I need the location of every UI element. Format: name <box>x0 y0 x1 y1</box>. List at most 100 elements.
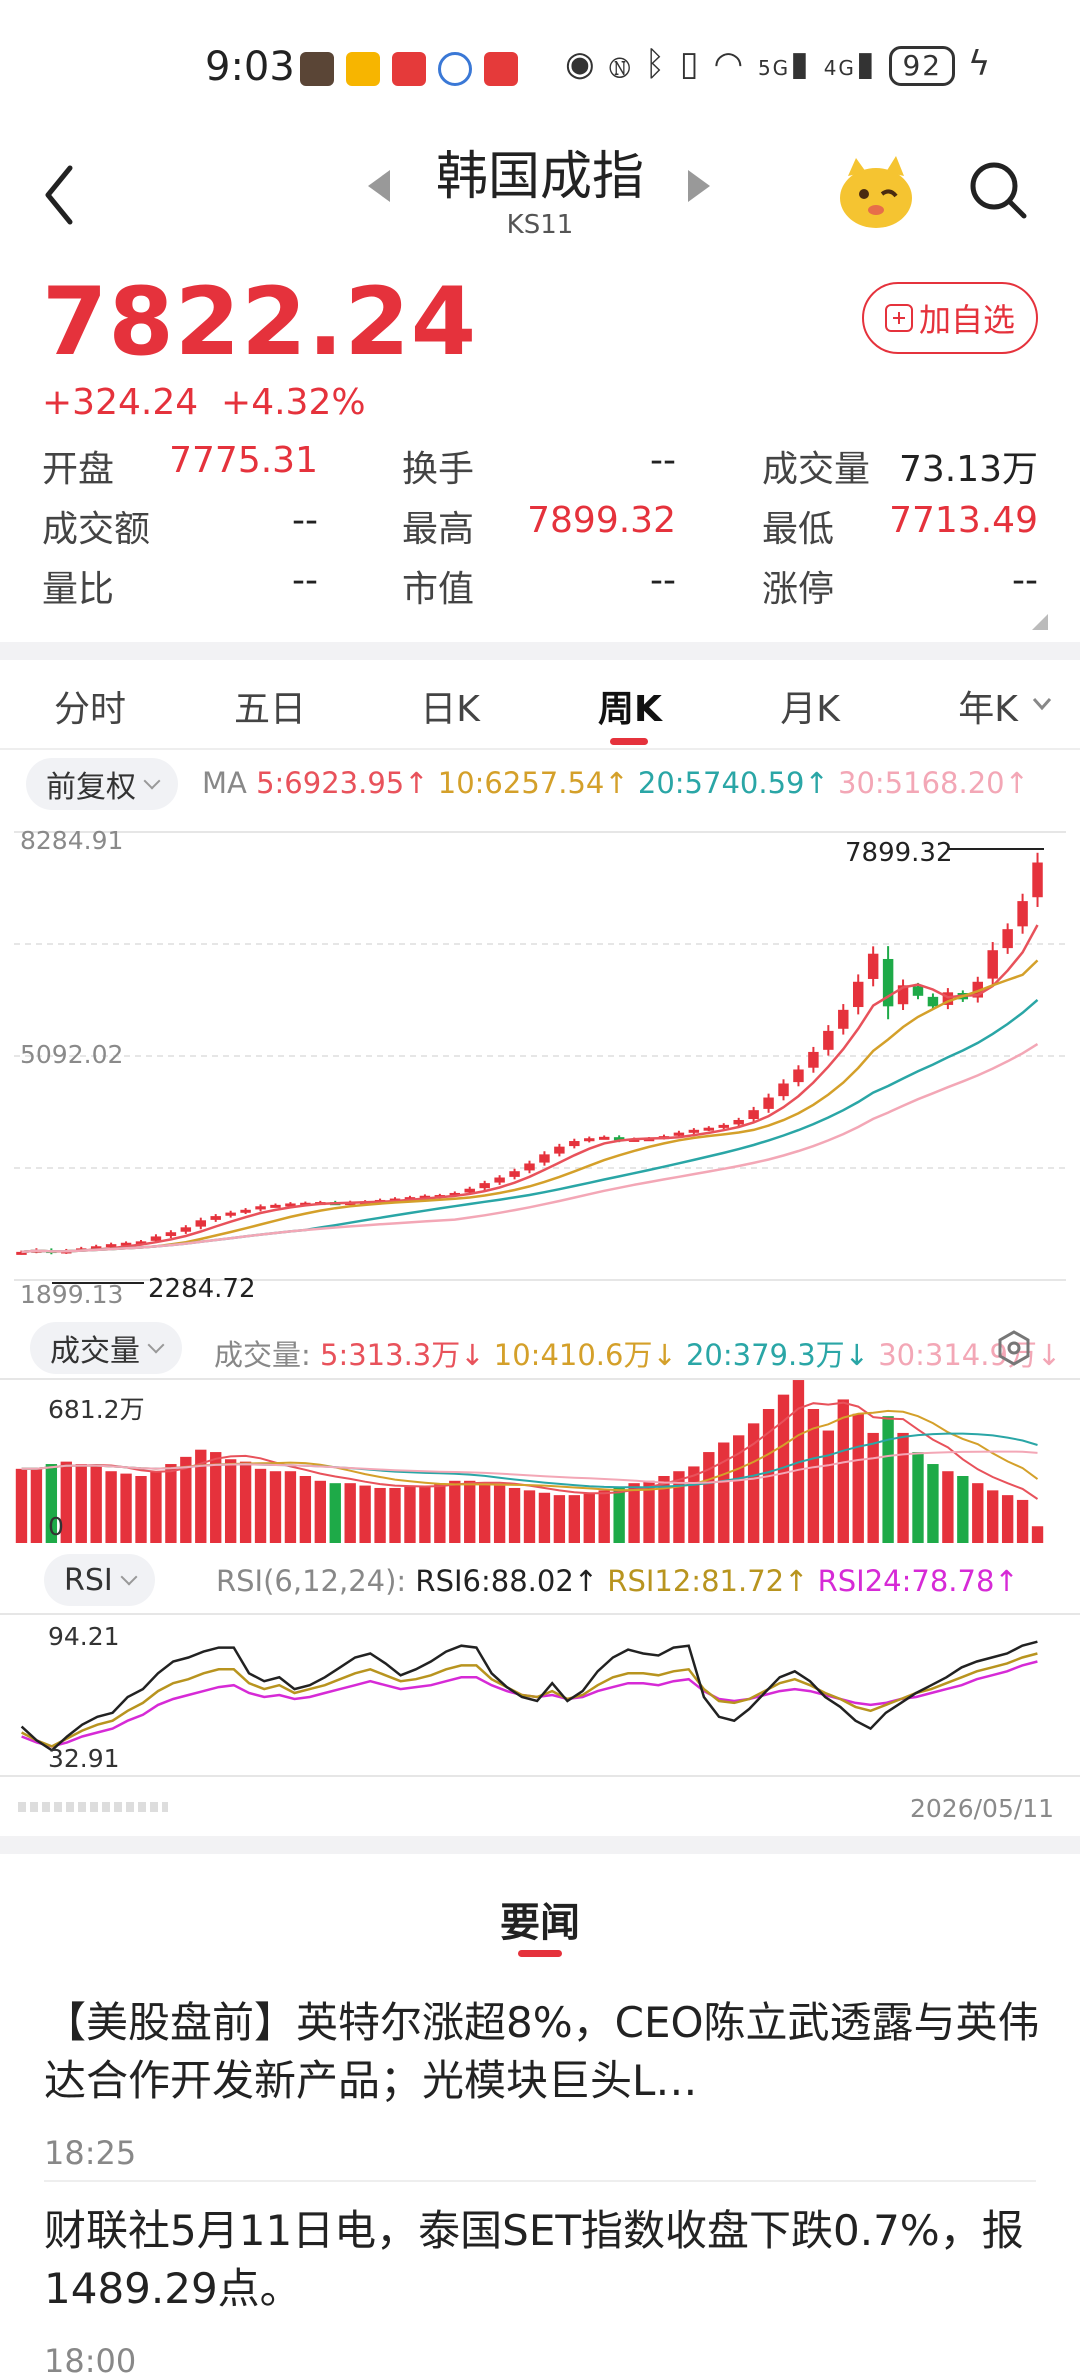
stat-value: 7899.32 <box>527 500 676 541</box>
candle-body <box>569 1141 580 1147</box>
tab-1[interactable]: 五日 <box>200 680 340 732</box>
candle-body <box>150 1236 162 1241</box>
candle-body <box>240 1209 251 1213</box>
volume-bar <box>987 1490 999 1543</box>
mascot-icon[interactable] <box>836 152 916 232</box>
news-tab-indicator <box>518 1950 562 1957</box>
max-marker-line <box>948 848 1044 850</box>
volume-bar <box>688 1466 700 1543</box>
index-code: KS11 <box>506 210 574 240</box>
volume-bar <box>852 1413 864 1543</box>
tab-0[interactable]: 分时 <box>20 680 160 732</box>
volume-bar <box>897 1432 909 1543</box>
news-item-time: 18:25 <box>44 2134 137 2172</box>
add-watchlist-button[interactable]: 加自选 <box>862 282 1038 354</box>
rsi-chart[interactable] <box>0 1612 1080 1782</box>
volume-bar <box>449 1480 461 1543</box>
volume-bar <box>822 1430 835 1543</box>
signal-icon: ▮ <box>790 44 811 84</box>
tab-3[interactable]: 周K <box>560 680 700 732</box>
vol-ma30: 30:314.9万↓ <box>878 1338 1062 1372</box>
volume-bar <box>359 1485 371 1543</box>
volume-legend: 成交量: 5:313.3万↓ 10:410.6万↓ 20:379.3万↓ 30:… <box>214 1332 1061 1374</box>
tab-4[interactable]: 月K <box>740 680 880 732</box>
volume-bar <box>135 1476 147 1543</box>
volume-bar <box>972 1483 984 1543</box>
volume-bar <box>105 1471 117 1543</box>
volume-bar <box>15 1468 28 1543</box>
volume-bar <box>628 1483 640 1543</box>
news-section-title: 要闻 <box>500 1900 580 1946</box>
volume-bar <box>478 1483 491 1543</box>
volume-bar <box>150 1471 162 1543</box>
volume-bar <box>553 1495 566 1543</box>
chevron-down-icon <box>120 1568 138 1586</box>
stat-label: 换手 <box>402 449 475 490</box>
add-watchlist-label: 加自选 <box>918 301 1015 339</box>
candle-body <box>1032 862 1043 898</box>
candle-body <box>793 1069 804 1083</box>
divider <box>0 748 1080 750</box>
wifi-icon: ◠ <box>713 44 746 84</box>
candle-body <box>912 986 924 996</box>
rsi-legend: RSI(6,12,24): RSI6:88.02↑ RSI12:81.72↑ R… <box>216 1564 1019 1598</box>
stat-label: 开盘 <box>42 449 115 490</box>
rsi24-value: RSI24:78.78↑ <box>817 1564 1019 1598</box>
rsi-selector-label: RSI <box>64 1562 113 1598</box>
candle-body <box>703 1127 715 1131</box>
rsi-selector[interactable]: RSI <box>44 1554 155 1606</box>
min-marker-line <box>52 1282 144 1284</box>
volume-bar <box>284 1471 297 1543</box>
volume-selector[interactable]: 成交量 <box>30 1322 182 1374</box>
candle-body <box>823 1030 834 1050</box>
volume-bar <box>703 1452 715 1543</box>
ma30-value: 30:5168.20↑ <box>838 766 1029 800</box>
rsi-y-bottom: 32.91 <box>48 1744 120 1773</box>
candle-body <box>748 1110 759 1120</box>
bluetooth-icon: ᛒ <box>644 44 668 84</box>
volume-bar <box>942 1471 954 1543</box>
tab-2[interactable]: 日K <box>380 680 520 732</box>
charging-icon: ϟ <box>967 44 993 84</box>
candle-body <box>165 1232 177 1237</box>
active-tab-indicator <box>610 738 648 745</box>
next-index-icon[interactable] <box>688 170 710 202</box>
news-item-title[interactable]: 财联社5月11日电，泰国SET指数收盘下跌0.7%，报1489.29点。 <box>44 2202 1044 2318</box>
volume-chart[interactable] <box>0 1378 1080 1548</box>
stat-label: 市值 <box>402 569 475 610</box>
stat-label: 量比 <box>42 569 115 610</box>
volume-bar <box>224 1459 237 1543</box>
adjust-selector[interactable]: 前复权 <box>26 758 178 810</box>
vol-ma10: 10:410.6万↓ <box>493 1338 677 1372</box>
expand-corner-icon[interactable] <box>1030 612 1050 632</box>
volume-bar <box>30 1468 43 1543</box>
ma5-value: 5:6923.95↑ <box>256 766 429 800</box>
volume-bar <box>269 1471 282 1543</box>
stat-label: 成交额 <box>42 509 151 550</box>
stat-value: -- <box>650 440 676 481</box>
divider <box>0 1836 1080 1854</box>
chevron-down-icon[interactable] <box>1030 694 1054 714</box>
candle-body <box>539 1154 550 1163</box>
volume-bar <box>538 1492 551 1543</box>
ma30-line <box>21 1043 1039 1254</box>
candle-body <box>852 981 864 1008</box>
candlestick-chart[interactable] <box>0 810 1080 1310</box>
rsi-prefix: RSI(6,12,24): <box>216 1564 407 1598</box>
change-amount: +324.24 <box>42 382 199 423</box>
current-price: 7822.24 <box>42 268 478 377</box>
news-item-title[interactable]: 【美股盘前】英特尔涨超8%，CEO陈立武透露与英伟达合作开发新产品；光模块巨头L… <box>44 1994 1044 2110</box>
volume-bar <box>299 1476 312 1543</box>
candle-body <box>1002 929 1013 949</box>
volume-bar <box>837 1399 849 1543</box>
scroll-hint <box>18 1802 168 1812</box>
volume-prefix: 成交量: <box>214 1338 311 1372</box>
search-icon[interactable] <box>966 158 1030 222</box>
price-change: +324.24 +4.32% <box>42 382 366 423</box>
candle-body <box>838 1009 849 1029</box>
settings-icon[interactable] <box>996 1330 1032 1366</box>
volume-y-zero: 0 <box>48 1512 64 1541</box>
volume-y-top: 681.2万 <box>48 1395 145 1424</box>
network-4g-label: 4G <box>823 56 856 80</box>
stat-label: 最高 <box>402 509 475 550</box>
